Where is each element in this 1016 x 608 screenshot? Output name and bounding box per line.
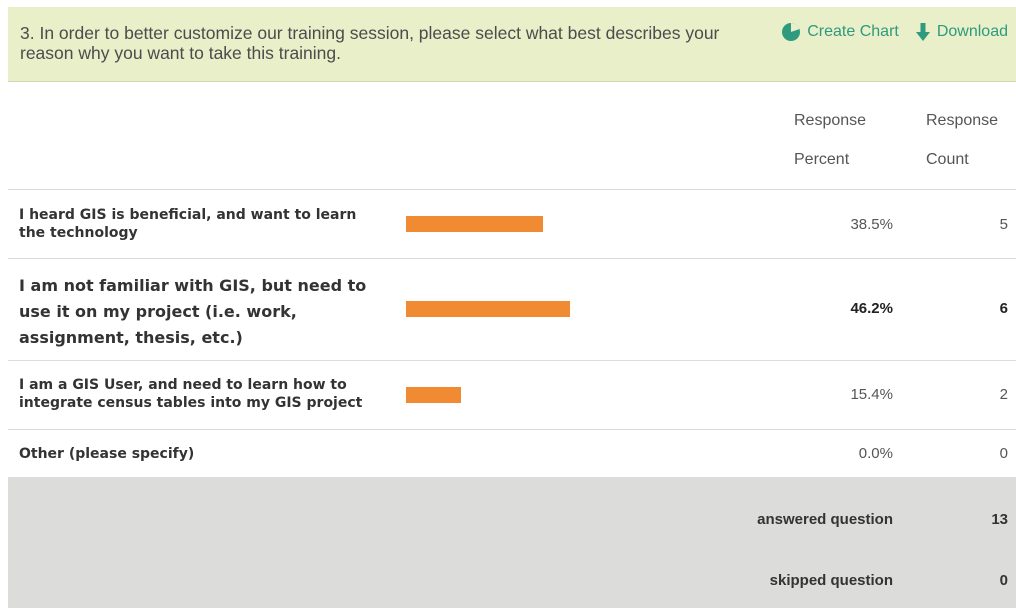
response-count-header: Response Count (926, 112, 999, 168)
survey-result-panel: 3. In order to better customize our trai… (8, 7, 1016, 608)
skipped-question-label: skipped question (769, 572, 893, 589)
response-count: 2 (999, 386, 1008, 403)
answered-question-value: 13 (991, 511, 1008, 528)
answer-row: I am a GIS User, and need to learn how t… (8, 361, 1016, 430)
response-percent: 46.2% (850, 300, 893, 317)
download-button[interactable]: Download (915, 22, 1008, 42)
response-percent-header: Response Percent (794, 112, 867, 168)
response-count: 5 (999, 216, 1008, 233)
question-title: 3. In order to better customize our trai… (20, 23, 720, 63)
download-label: Download (936, 23, 1008, 40)
skipped-question-value: 0 (999, 572, 1008, 589)
response-bar (406, 216, 543, 232)
column-headers: Response Percent Response Count (8, 82, 1016, 190)
response-percent: 0.0% (858, 445, 893, 462)
answer-row: I heard GIS is beneficial, and want to l… (8, 190, 1016, 259)
answered-question-label: answered question (757, 511, 893, 528)
summary-footer: answered question 13 skipped question 0 (8, 477, 1016, 608)
header-actions: Create Chart Download (781, 22, 1008, 42)
create-chart-button[interactable]: Create Chart (781, 22, 899, 42)
answer-row: I am not familiar with GIS, but need to … (8, 259, 1016, 361)
download-arrow-icon (915, 23, 930, 41)
answer-label: I am not familiar with GIS, but need to … (19, 276, 367, 347)
answer-row: Other (please specify) 0.0% 0 (8, 430, 1016, 477)
response-bar (406, 301, 570, 317)
pie-chart-icon (782, 22, 801, 41)
question-header: 3. In order to better customize our trai… (8, 7, 1016, 82)
answer-label: I am a GIS User, and need to learn how t… (19, 377, 363, 411)
answer-label: Other (please specify) (19, 446, 195, 462)
response-count: 6 (999, 300, 1008, 317)
create-chart-label: Create Chart (807, 23, 899, 40)
response-percent: 15.4% (850, 386, 893, 403)
response-count: 0 (999, 445, 1008, 462)
answer-label: I heard GIS is beneficial, and want to l… (19, 207, 357, 241)
response-percent: 38.5% (850, 216, 893, 233)
response-bar (406, 387, 461, 403)
